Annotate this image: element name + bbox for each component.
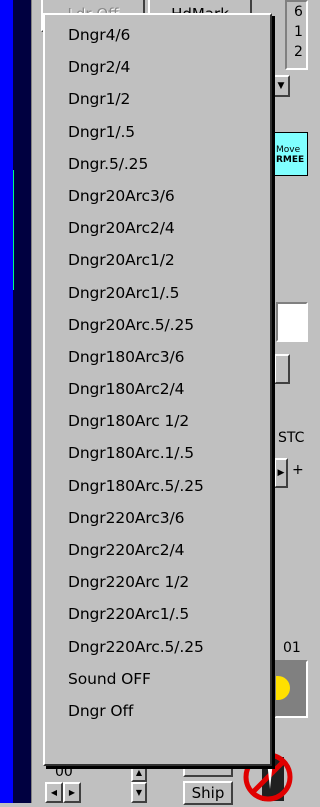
- menu-item-dngr-2-4[interactable]: Dngr2/4: [45, 51, 270, 83]
- menu-item-dngr220arc-05-025[interactable]: Dngr220Arc.5/.25: [45, 631, 270, 663]
- chevron-down-icon: ▼: [277, 81, 285, 91]
- logo-text-1: Move: [276, 145, 301, 155]
- value-01: 01: [283, 640, 301, 656]
- stepper-button[interactable]: ▶: [274, 458, 288, 488]
- menu-item-dngr20arc-3-6[interactable]: Dngr20Arc3/6: [45, 180, 270, 212]
- menu-item-dngr-4-6[interactable]: Dngr4/6: [45, 19, 270, 51]
- chevron-right-icon: ▶: [277, 468, 285, 478]
- ship-label: Ship: [191, 784, 225, 802]
- menu-item-sound-off[interactable]: Sound OFF: [45, 663, 270, 695]
- scroll-right-button[interactable]: ▶: [63, 782, 81, 803]
- readout-line-2: 1: [294, 24, 303, 40]
- menu-item-dngr180arc-1-2[interactable]: Dngr180Arc 1/2: [45, 405, 270, 437]
- menu-item-dngr20arc-1-05[interactable]: Dngr20Arc1/.5: [45, 277, 270, 309]
- menu-item-dngr220arc-1-2[interactable]: Dngr220Arc 1/2: [45, 566, 270, 598]
- menu-item-dngr180arc-1-05[interactable]: Dngr180Arc.1/.5: [45, 437, 270, 469]
- menu-item-dngr-05-025[interactable]: Dngr.5/.25: [45, 148, 270, 180]
- scroll-left-button[interactable]: ◀: [45, 782, 63, 803]
- readout-line-1: 6: [294, 4, 303, 20]
- plus-label: +: [292, 462, 304, 478]
- logo-picture: Move RMEE: [272, 132, 308, 176]
- indicator-lamp-icon: [276, 676, 290, 700]
- trace-line: [13, 170, 14, 290]
- menu-item-dngr20arc-2-4[interactable]: Dngr20Arc2/4: [45, 212, 270, 244]
- right-text-field[interactable]: [276, 302, 308, 342]
- menu-item-dngr180arc-05-025[interactable]: Dngr180Arc.5/.25: [45, 470, 270, 502]
- small-edge-button[interactable]: [274, 354, 290, 384]
- lamp-frame: [274, 660, 308, 718]
- arrow-left-icon: ◀: [50, 788, 58, 797]
- menu-item-dngr220arc-1-05[interactable]: Dngr220Arc1/.5: [45, 598, 270, 630]
- ship-button[interactable]: Ship: [183, 781, 233, 805]
- menu-item-dngr220arc-3-6[interactable]: Dngr220Arc3/6: [45, 502, 270, 534]
- menu-item-dngr180arc-2-4[interactable]: Dngr180Arc2/4: [45, 373, 270, 405]
- readout-line-3: 2: [294, 44, 303, 60]
- arrow-up-icon: ▲: [135, 767, 143, 777]
- stc-label: STC: [278, 430, 305, 446]
- menu-item-dngr-1-05[interactable]: Dngr1/.5: [45, 116, 270, 148]
- menu-item-dngr-off[interactable]: Dngr Off: [45, 695, 270, 727]
- dropdown-arrow-button[interactable]: ▼: [272, 75, 290, 97]
- arrow-right-icon: ▶: [68, 788, 76, 797]
- counter-value: 00: [55, 764, 73, 780]
- arrow-down-icon: ▼: [135, 788, 143, 797]
- left-blue-strip: [0, 0, 13, 803]
- menu-item-dngr-1-2[interactable]: Dngr1/2: [45, 83, 270, 115]
- menu-item-dngr180arc-3-6[interactable]: Dngr180Arc3/6: [45, 341, 270, 373]
- spin-down-button[interactable]: ▼: [131, 782, 147, 803]
- menu-item-dngr220arc-2-4[interactable]: Dngr220Arc2/4: [45, 534, 270, 566]
- danger-zone-dropdown-menu: Dngr4/6 Dngr2/4 Dngr1/2 Dngr1/.5 Dngr.5/…: [43, 13, 272, 766]
- menu-item-dngr20arc-1-2[interactable]: Dngr20Arc1/2: [45, 244, 270, 276]
- logo-text-2: RMEE: [276, 155, 305, 165]
- menu-item-dngr20arc-05-025[interactable]: Dngr20Arc.5/.25: [45, 309, 270, 341]
